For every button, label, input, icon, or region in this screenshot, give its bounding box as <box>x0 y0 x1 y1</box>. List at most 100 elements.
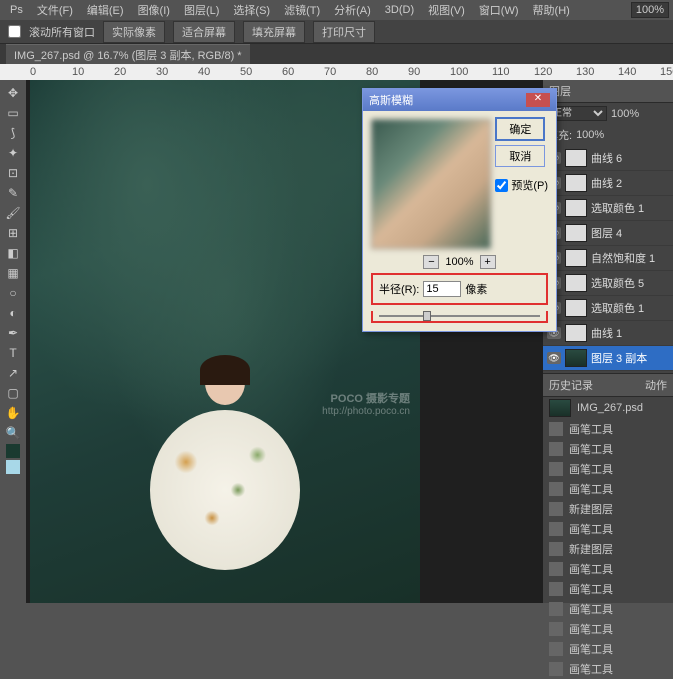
history-step-icon <box>549 482 563 496</box>
layer-thumb <box>565 149 587 167</box>
layer-row[interactable]: 👁图层 4 <box>543 221 673 246</box>
history-step-icon <box>549 662 563 676</box>
radius-slider[interactable] <box>371 311 548 323</box>
type-tool-icon[interactable]: T <box>3 344 23 362</box>
menu-window[interactable]: 窗口(W) <box>473 0 525 20</box>
zoom-in-button[interactable]: + <box>480 255 496 269</box>
menu-help[interactable]: 帮助(H) <box>527 0 576 20</box>
history-item[interactable]: 画笔工具 <box>543 519 673 539</box>
history-item[interactable]: 新建图层 <box>543 499 673 519</box>
layer-name: 自然饱和度 1 <box>591 250 655 266</box>
menu-analysis[interactable]: 分析(A) <box>328 0 377 20</box>
layer-row[interactable]: 👁曲线 1 <box>543 321 673 346</box>
eyedropper-tool-icon[interactable]: ✎ <box>3 184 23 202</box>
layer-thumb <box>565 249 587 267</box>
history-item[interactable]: 画笔工具 <box>543 419 673 439</box>
zoom-tool-icon[interactable]: 🔍 <box>3 424 23 442</box>
crop-tool-icon[interactable]: ⊡ <box>3 164 23 182</box>
menubar: Ps 文件(F) 编辑(E) 图像(I) 图层(L) 选择(S) 滤镜(T) 分… <box>0 0 673 20</box>
menu-image[interactable]: 图像(I) <box>132 0 176 20</box>
pen-tool-icon[interactable]: ✒ <box>3 324 23 342</box>
layer-row[interactable]: 👁曲线 2 <box>543 171 673 196</box>
dodge-tool-icon[interactable]: ◐ <box>3 304 23 322</box>
hand-tool-icon[interactable]: ✋ <box>3 404 23 422</box>
document-tab[interactable]: IMG_267.psd @ 16.7% (图层 3 副本, RGB/8) * <box>6 44 250 65</box>
menu-3d[interactable]: 3D(D) <box>379 2 420 18</box>
layer-row[interactable]: 👁选取颜色 1 <box>543 296 673 321</box>
panels: 图层 正常 100% 填充: 100% 👁曲线 6👁曲线 2👁选取颜色 1👁图层… <box>543 80 673 603</box>
history-step-icon <box>549 422 563 436</box>
history-item[interactable]: 画笔工具 <box>543 479 673 499</box>
layer-thumb <box>565 199 587 217</box>
preview-label: 预览(P) <box>511 177 548 193</box>
path-tool-icon[interactable]: ↗ <box>3 364 23 382</box>
menu-filter[interactable]: 滤镜(T) <box>278 0 326 20</box>
radius-unit: 像素 <box>465 281 487 297</box>
history-item[interactable]: 画笔工具 <box>543 639 673 659</box>
zoom-level[interactable]: 100% <box>631 2 669 18</box>
actions-tab[interactable]: 动作 <box>645 377 667 393</box>
print-size-button[interactable]: 打印尺寸 <box>313 21 375 43</box>
background-color[interactable] <box>6 460 20 474</box>
menu-file[interactable]: 文件(F) <box>31 0 79 20</box>
preview-checkbox[interactable] <box>495 179 508 192</box>
zoom-out-button[interactable]: − <box>423 255 439 269</box>
history-item[interactable]: 画笔工具 <box>543 579 673 599</box>
history-file[interactable]: IMG_267.psd <box>543 397 673 419</box>
history-tab[interactable]: 历史记录 <box>549 377 593 393</box>
layer-row[interactable]: 👁选取颜色 5 <box>543 271 673 296</box>
history-item[interactable]: 画笔工具 <box>543 459 673 479</box>
blur-tool-icon[interactable]: ○ <box>3 284 23 302</box>
radius-input[interactable] <box>423 281 461 297</box>
layer-name: 曲线 1 <box>591 325 622 341</box>
menu-edit[interactable]: 编辑(E) <box>81 0 130 20</box>
layer-thumb <box>565 324 587 342</box>
layer-row[interactable]: 👁曲线 6 <box>543 146 673 171</box>
layer-row[interactable]: 👁图层 3 副本 <box>543 346 673 371</box>
layer-thumb <box>565 274 587 292</box>
layer-thumb <box>565 299 587 317</box>
layer-row[interactable]: 👁自然饱和度 1 <box>543 246 673 271</box>
blur-preview[interactable] <box>371 119 491 249</box>
subject-figure <box>150 360 300 590</box>
lasso-tool-icon[interactable]: ⟆ <box>3 124 23 142</box>
stamp-tool-icon[interactable]: ⊞ <box>3 224 23 242</box>
close-icon[interactable]: ✕ <box>526 93 550 107</box>
layer-row[interactable]: 👁选取颜色 1 <box>543 196 673 221</box>
history-item[interactable]: 画笔工具 <box>543 659 673 679</box>
scroll-all-checkbox[interactable] <box>8 25 21 38</box>
preview-zoom: 100% <box>445 256 473 268</box>
history-step-icon <box>549 522 563 536</box>
shape-tool-icon[interactable]: ▢ <box>3 384 23 402</box>
layers-list: 👁曲线 6👁曲线 2👁选取颜色 1👁图层 4👁自然饱和度 1👁选取颜色 5👁选取… <box>543 146 673 373</box>
wand-tool-icon[interactable]: ✦ <box>3 144 23 162</box>
fill-screen-button[interactable]: 填充屏幕 <box>243 21 305 43</box>
history-item[interactable]: 新建图层 <box>543 539 673 559</box>
history-panel: 历史记录 动作 IMG_267.psd 画笔工具画笔工具画笔工具画笔工具新建图层… <box>543 373 673 603</box>
actual-pixels-button[interactable]: 实际像素 <box>103 21 165 43</box>
history-item[interactable]: 画笔工具 <box>543 559 673 579</box>
history-item[interactable]: 画笔工具 <box>543 619 673 639</box>
eraser-tool-icon[interactable]: ◧ <box>3 244 23 262</box>
move-tool-icon[interactable]: ✥ <box>3 84 23 102</box>
opacity-value[interactable]: 100% <box>611 108 639 120</box>
foreground-color[interactable] <box>6 444 20 458</box>
ok-button[interactable]: 确定 <box>495 117 545 141</box>
gradient-tool-icon[interactable]: ▦ <box>3 264 23 282</box>
brush-tool-icon[interactable]: 🖌 <box>3 204 23 222</box>
fill-value[interactable]: 100% <box>576 129 604 141</box>
menu-layer[interactable]: 图层(L) <box>178 0 225 20</box>
layer-thumb <box>565 174 587 192</box>
menu-select[interactable]: 选择(S) <box>227 0 276 20</box>
history-item[interactable]: 画笔工具 <box>543 439 673 459</box>
dialog-titlebar[interactable]: 高斯模糊 ✕ <box>363 89 556 111</box>
history-step-icon <box>549 642 563 656</box>
marquee-tool-icon[interactable]: ▭ <box>3 104 23 122</box>
history-item[interactable]: 画笔工具 <box>543 599 673 619</box>
history-step-icon <box>549 622 563 636</box>
layer-name: 曲线 6 <box>591 150 622 166</box>
visibility-icon[interactable]: 👁 <box>547 352 561 364</box>
menu-view[interactable]: 视图(V) <box>422 0 471 20</box>
cancel-button[interactable]: 取消 <box>495 145 545 167</box>
fit-screen-button[interactable]: 适合屏幕 <box>173 21 235 43</box>
